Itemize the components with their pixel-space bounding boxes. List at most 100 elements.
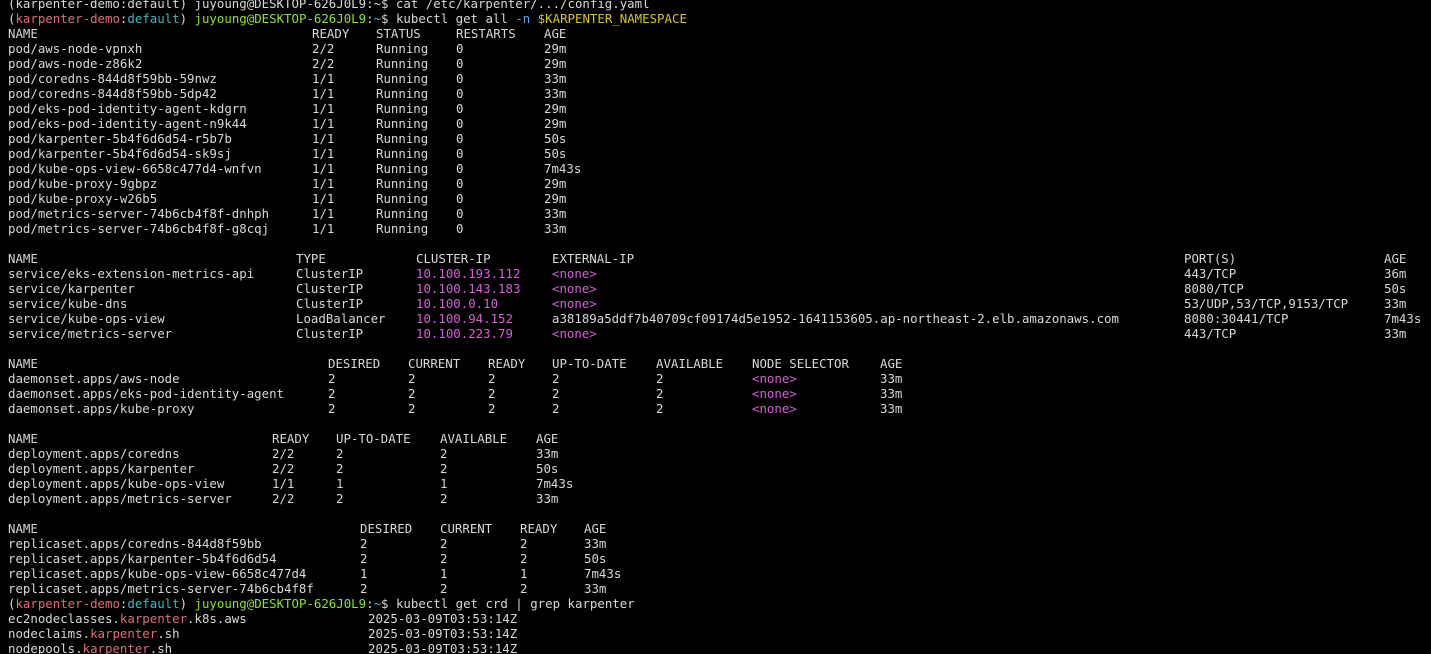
- table-header-row: NAME READY UP-TO-DATE AVAILABLE AGE: [8, 431, 1431, 446]
- crd-row: ec2nodeclasses.karpenter.k8s.aws 2025-03-…: [8, 611, 1431, 626]
- table-cell: deployment.apps/coredns: [8, 446, 180, 461]
- table-cell: 29m: [544, 41, 567, 56]
- table-cell: 2: [408, 401, 416, 416]
- table-row: pod/metrics-server-74b6cb4f8f-dnhph 1/1 Ru…: [8, 206, 1431, 221]
- table-cell: 2/2: [312, 41, 335, 56]
- table-cell: 50s: [584, 551, 607, 566]
- table-header-row: NAME DESIRED CURRENT READY UP-TO-DATE AVAILAB…: [8, 356, 1431, 371]
- table-cell: READY: [520, 521, 558, 536]
- table-cell: pod/karpenter-5b4f6d6d54-sk9sj: [8, 146, 232, 161]
- table-cell: 10.100.0.10: [416, 296, 499, 311]
- prompt-segment: $ kubectl get crd | grep karpenter: [381, 596, 635, 611]
- table-row: daemonset.apps/eks-pod-identity-agent 2 2 2…: [8, 386, 1431, 401]
- prompt-segment: $ kubectl get all: [381, 11, 516, 26]
- table-cell: pod/kube-proxy-9gbpz: [8, 176, 158, 191]
- crd-name-part: nodeclaims.: [8, 626, 91, 641]
- table-cell: <none>: [552, 296, 597, 311]
- crd-created-at: 2025-03-09T03:53:14Z: [368, 611, 518, 626]
- prompt-segment: juyoung@DESKTOP-626J0L9: [194, 11, 367, 26]
- table-cell: NAME: [8, 26, 38, 41]
- prompt-segment: :: [366, 596, 374, 611]
- table-cell: 2: [440, 536, 448, 551]
- table-cell: 2: [440, 461, 448, 476]
- table-cell: 0: [456, 101, 464, 116]
- table-cell: service/karpenter: [8, 281, 135, 296]
- table-row: pod/karpenter-5b4f6d6d54-sk9sj 1/1 Running…: [8, 146, 1431, 161]
- table-cell: 53/UDP,53/TCP,9153/TCP: [1184, 296, 1349, 311]
- table-cell: NAME: [8, 431, 38, 446]
- table-row: deployment.apps/karpenter 2/2 2 2 50s: [8, 461, 1431, 476]
- table-row: daemonset.apps/aws-node 2 2 2 2 2 <none> 33m: [8, 371, 1431, 386]
- table-cell: replicaset.apps/kube-ops-view-6658c477d4: [8, 566, 307, 581]
- terminal-window[interactable]: (karpenter-demo:default) juyoung@DESKTOP…: [0, 0, 1431, 654]
- table-cell: DESIRED: [360, 521, 413, 536]
- prompt-segment: $KARPENTER_NAMESPACE: [537, 11, 687, 26]
- table-cell: pod/coredns-844d8f59bb-59nwz: [8, 71, 217, 86]
- table-cell: pod/aws-node-vpnxh: [8, 41, 143, 56]
- table-cell: a38189a5ddf7b40709cf09174d5e1952-1641153…: [552, 311, 1119, 326]
- table-cell: Running: [376, 176, 429, 191]
- table-cell: READY: [312, 26, 350, 41]
- table-cell: 2: [336, 491, 344, 506]
- table-row: replicaset.apps/coredns-844d8f59bb 2 2 2 33m: [8, 536, 1431, 551]
- prompt-segment: :: [366, 11, 374, 26]
- table-cell: 0: [456, 221, 464, 236]
- table-cell: 1: [360, 566, 368, 581]
- table-cell: 2: [520, 581, 528, 596]
- table-cell: 33m: [584, 536, 607, 551]
- table-cell: 33m: [880, 371, 903, 386]
- table-cell: pod/aws-node-z86k2: [8, 56, 143, 71]
- table-row: deployment.apps/kube-ops-view 1/1 1 1 7m43s: [8, 476, 1431, 491]
- table-cell: 10.100.223.79: [416, 326, 513, 341]
- table-cell: 33m: [880, 386, 903, 401]
- table-cell: 2: [488, 386, 496, 401]
- table-cell: 1/1: [312, 116, 335, 131]
- table-cell: <none>: [552, 266, 597, 281]
- table-cell: pod/kube-ops-view-6658c477d4-wnfvn: [8, 161, 262, 176]
- table-row: replicaset.apps/metrics-server-74b6cb4f8…: [8, 581, 1431, 596]
- table-cell: <none>: [552, 326, 597, 341]
- table-cell: 29m: [544, 191, 567, 206]
- table-cell: 0: [456, 41, 464, 56]
- table-row: deployment.apps/coredns 2/2 2 2 33m: [8, 446, 1431, 461]
- table-cell: <none>: [752, 386, 797, 401]
- table-cell: 0: [456, 116, 464, 131]
- table-header-row: NAME DESIRED CURRENT READY AGE: [8, 521, 1431, 536]
- table-cell: 8080/TCP: [1184, 281, 1244, 296]
- table-cell: 0: [456, 146, 464, 161]
- table-cell: pod/kube-proxy-w26b5: [8, 191, 158, 206]
- prompt-segment: default: [127, 11, 180, 26]
- table-cell: ClusterIP: [296, 326, 364, 341]
- table-cell: 33m: [544, 86, 567, 101]
- crd-row: nodeclaims.karpenter.sh 2025-03-09T03:53:…: [8, 626, 1431, 641]
- table-cell: 50s: [1384, 281, 1407, 296]
- crd-name-part: .sh: [157, 626, 180, 641]
- table-cell: 2: [656, 386, 664, 401]
- prompt-segment: (karpenter-demo:default) juyoung@DESKTOP…: [8, 0, 650, 11]
- table-cell: 0: [456, 71, 464, 86]
- crd-created-at: 2025-03-09T03:53:14Z: [368, 641, 518, 654]
- table-cell: 1/1: [312, 161, 335, 176]
- prompt-segment: karpenter-demo: [15, 11, 120, 26]
- table-header-row: NAME TYPE CLUSTER-IP EXTERNAL-IP PORT(S) AGE: [8, 251, 1431, 266]
- table-cell: 0: [456, 176, 464, 191]
- table-cell: pod/karpenter-5b4f6d6d54-r5b7b: [8, 131, 232, 146]
- table-cell: 33m: [584, 581, 607, 596]
- table-row: pod/aws-node-vpnxh 2/2 Running 0 29m: [8, 41, 1431, 56]
- table-cell: Running: [376, 101, 429, 116]
- table-row: pod/eks-pod-identity-agent-n9k44 1/1 Runni…: [8, 116, 1431, 131]
- table-row: pod/coredns-844d8f59bb-5dp42 1/1 Running 0 3…: [8, 86, 1431, 101]
- crd-name-part: nodepools.: [8, 641, 83, 654]
- table-cell: Running: [376, 41, 429, 56]
- table-cell: 33m: [536, 491, 559, 506]
- table-row: pod/eks-pod-identity-agent-kdgrn 1/1 Runni…: [8, 101, 1431, 116]
- table-cell: 8080:30441/TCP: [1184, 311, 1289, 326]
- prompt-segment: default: [127, 596, 180, 611]
- table-cell: Running: [376, 206, 429, 221]
- table-row: service/kube-ops-view LoadBalancer 10.100.…: [8, 311, 1431, 326]
- table-cell: 29m: [544, 116, 567, 131]
- table-cell: 443/TCP: [1184, 266, 1237, 281]
